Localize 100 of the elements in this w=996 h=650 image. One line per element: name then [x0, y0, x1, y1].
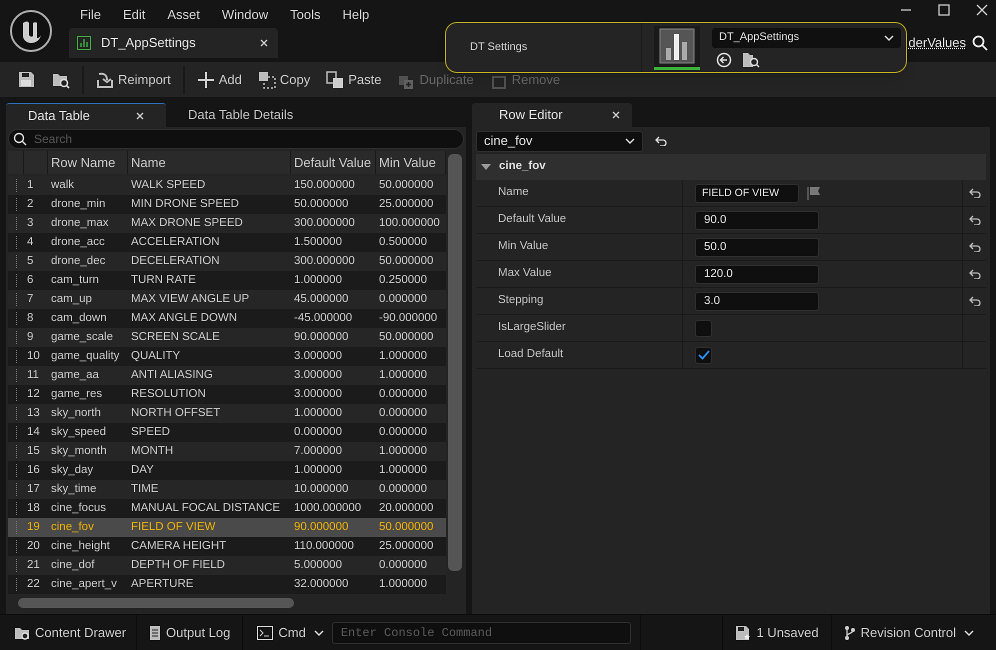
document-tab[interactable]: DT_AppSettings [69, 28, 278, 58]
reset-icon[interactable] [968, 269, 980, 279]
toolbar-button[interactable]: Add [188, 64, 250, 94]
asset-thumbnail[interactable] [654, 26, 700, 70]
table-row[interactable]: 4 drone_acc ACCELERATION 1.500000 0.500000 [8, 233, 446, 252]
table-cell-text: 50.000000 [378, 254, 434, 269]
table-cell-text: 300.000000 [293, 216, 356, 231]
reset-icon[interactable] [655, 136, 667, 146]
console-input[interactable]: Enter Console Command [332, 622, 631, 644]
column-header[interactable]: Row Name [48, 151, 128, 174]
table-cell-text: 3.000000 [293, 348, 343, 364]
column-header[interactable]: Name [128, 151, 291, 174]
table-row[interactable]: 10 game_quality QUALITY 3.000000 1.000000 [8, 347, 446, 366]
text-field[interactable]: FIELD OF VIEW [695, 184, 799, 202]
table-row[interactable]: 12 game_res RESOLUTION 3.000000 0.000000 [8, 385, 446, 404]
cmd-dropdown[interactable]: Cmd [243, 614, 332, 650]
drag-handle-icon [15, 369, 18, 382]
table-cell-text: 3.000000 [293, 386, 343, 402]
unsaved-icon [735, 624, 752, 640]
panel-tab[interactable]: Data Table [6, 103, 166, 127]
table-row[interactable]: 20 cine_height CAMERA HEIGHT 110.000000 25.000000 [8, 537, 446, 556]
text-field[interactable]: 90.0 [695, 210, 819, 230]
table-cell-text: game_aa [50, 368, 100, 383]
property-label: Stepping [476, 288, 683, 314]
text-field[interactable]: 50.0 [695, 238, 819, 256]
maximize-icon[interactable] [938, 4, 950, 16]
asset-dropdown[interactable]: DT_AppSettings [712, 28, 901, 48]
table-cell-text: sky_month [50, 444, 108, 459]
table-row[interactable]: 19 cine_fov FIELD OF VIEW 90.000000 50.000000 [8, 518, 446, 537]
flag-icon [807, 186, 821, 200]
drag-handle-icon [15, 312, 18, 325]
table-row[interactable]: 2 drone_min MIN DRONE SPEED 50.000000 25.000000 [8, 195, 446, 214]
table-cell-text: sky_time [50, 482, 98, 497]
text-field[interactable]: 120.0 [695, 264, 819, 284]
search-field[interactable]: Search [8, 129, 464, 149]
close-icon[interactable] [976, 4, 988, 16]
scrollbar-thumb[interactable] [448, 154, 462, 571]
search-icon[interactable] [972, 34, 988, 51]
table-row[interactable]: 6 cam_turn TURN RATE 1.000000 0.250000 [8, 271, 446, 290]
toolbar-button[interactable]: Reimport [88, 64, 179, 94]
scrollbar-thumb[interactable] [18, 598, 294, 608]
table-cell-text: sky_day [50, 462, 94, 478]
table-row[interactable]: 18 cine_focus MANUAL FOCAL DISTANCE 1000.000000 20.000000 [8, 499, 446, 518]
table-cell-text: -90.000000 [378, 310, 438, 326]
table-cell-text: 5 [26, 254, 34, 269]
menu-item[interactable]: Edit [112, 5, 156, 25]
menu-item[interactable]: File [69, 5, 112, 25]
drag-handle-icon [15, 293, 18, 306]
table-cell-text: MAX DRONE SPEED [130, 216, 244, 231]
table-row[interactable]: 16 sky_day DAY 1.000000 1.000000 [8, 461, 446, 480]
unsaved-button[interactable]: 1 Unsaved [722, 614, 832, 650]
table-row[interactable]: 22 cine_apert_v APERTURE 32.000000 1.000000 [8, 575, 446, 594]
table-cell-text: 1.000000 [378, 368, 428, 383]
close-icon[interactable] [612, 111, 620, 119]
checkbox[interactable] [695, 320, 712, 336]
link[interactable]: derValues [908, 33, 966, 52]
table-cell-text: cine_focus [50, 500, 107, 516]
column-header[interactable]: Default Value [291, 151, 376, 174]
menu-item[interactable]: Window [210, 5, 280, 25]
drag-handle-icon [15, 445, 18, 458]
toolbar-button[interactable]: Paste [318, 64, 390, 94]
panel-tab[interactable]: Row Editor [472, 103, 632, 127]
row-dropdown[interactable]: cine_fov [476, 130, 643, 152]
paste-icon [326, 70, 344, 88]
table-row[interactable]: 8 cam_down MAX ANGLE DOWN -45.000000 -90.000000 [8, 309, 446, 328]
table-cell-text: 7 [26, 292, 34, 307]
arrow-left-circle-icon[interactable] [716, 52, 732, 68]
folder-search-icon[interactable] [742, 52, 760, 68]
column-header[interactable]: Min Value [376, 151, 446, 174]
close-icon[interactable] [136, 112, 144, 120]
reset-icon[interactable] [968, 215, 980, 225]
table-cell-text: WALK SPEED [130, 178, 206, 193]
table-row[interactable]: 14 sky_speed SPEED 0.000000 0.000000 [8, 423, 446, 442]
close-icon[interactable] [260, 39, 268, 47]
drag-handle-icon [15, 331, 18, 344]
table-cell-text: 10.000000 [293, 482, 350, 497]
menu-item[interactable]: Tools [279, 5, 332, 25]
table-cell-text: SCREEN SCALE [130, 330, 221, 345]
reset-icon[interactable] [968, 296, 980, 306]
table-cell-text: 0.000000 [378, 424, 428, 440]
table-cell-text: DEPTH OF FIELD [130, 558, 226, 573]
table-cell-text: MAX VIEW ANGLE UP [130, 292, 250, 307]
table-cell-text: 0.000000 [378, 386, 428, 402]
checkbox[interactable] [695, 346, 712, 364]
panel-tab[interactable]: Data Table Details [166, 103, 326, 127]
property-label: Min Value [476, 234, 683, 260]
table-cell-text: ACCELERATION [130, 234, 221, 250]
output-log-button[interactable]: Output Log [137, 614, 244, 650]
revision-control-button[interactable]: Revision Control [832, 614, 996, 650]
reset-icon[interactable] [968, 242, 980, 252]
menu-item[interactable]: Help [331, 5, 380, 25]
content-drawer-button[interactable]: Content Drawer [0, 614, 138, 650]
drag-handle-icon [15, 464, 18, 477]
text-field[interactable]: 3.0 [695, 292, 819, 310]
section-header[interactable]: cine_fov [476, 154, 986, 180]
table-cell-text: 110.000000 [293, 538, 355, 554]
toolbar-button[interactable]: Copy [250, 64, 318, 94]
table-cell-text: cam_down [50, 310, 108, 326]
reset-icon[interactable] [968, 188, 980, 198]
menu-item[interactable]: Asset [156, 5, 211, 25]
